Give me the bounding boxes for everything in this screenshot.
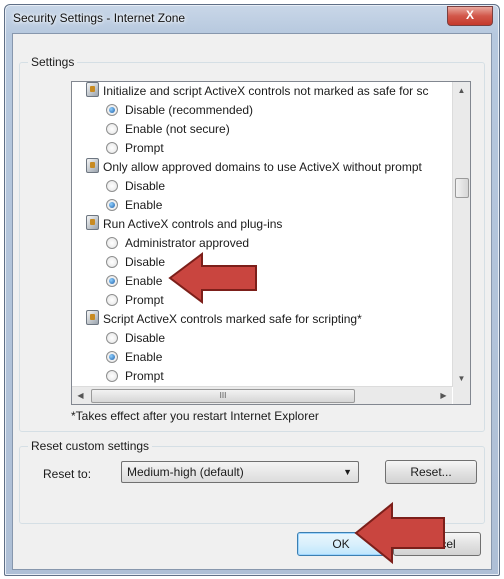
activex-setting-icon [86, 215, 99, 230]
radio-option-label: Disable [125, 179, 166, 193]
radio-option[interactable]: Disable (recommended) [106, 101, 253, 120]
radio-option-label: Enable [125, 198, 163, 212]
setting-header-label: Only allow approved domains to use Activ… [103, 160, 422, 174]
scroll-up-icon[interactable]: ▲ [453, 82, 470, 99]
setting-header: Only allow approved domains to use Activ… [86, 158, 422, 177]
setting-header: Run ActiveX controls and plug-ins [86, 215, 282, 234]
radio-option[interactable]: Disable [106, 253, 165, 272]
settings-group-label: Settings [28, 55, 78, 69]
chevron-down-icon: ▼ [343, 467, 352, 477]
radio-option-label: Administrator approved [125, 236, 250, 250]
radio-checked-icon[interactable] [106, 199, 118, 211]
radio-option[interactable]: Prompt [106, 139, 164, 158]
callout-arrow-shape-ok [354, 501, 445, 565]
radio-option[interactable]: Prompt [106, 367, 164, 386]
radio-option[interactable]: Disable [106, 329, 165, 348]
close-button[interactable]: X [447, 6, 493, 26]
scroll-right-icon[interactable]: ▶ [435, 387, 452, 404]
radio-unchecked-icon[interactable] [106, 142, 118, 154]
scroll-down-icon[interactable]: ▼ [453, 370, 470, 387]
restart-footnote: *Takes effect after you restart Internet… [71, 409, 319, 423]
radio-option[interactable]: Disable [106, 177, 165, 196]
settings-list-viewport: Initialize and script ActiveX controls n… [72, 82, 452, 387]
setting-header: Initialize and script ActiveX controls n… [86, 82, 428, 101]
radio-unchecked-icon[interactable] [106, 370, 118, 382]
reset-group-label: Reset custom settings [28, 439, 153, 453]
activex-setting-icon [86, 310, 99, 325]
vertical-scrollbar[interactable]: ▲ ▼ [452, 82, 470, 387]
radio-option-label: Prompt [125, 141, 164, 155]
radio-option-label: Disable [125, 331, 166, 345]
title-bar[interactable]: Security Settings - Internet Zone X [5, 5, 499, 33]
security-level-value: Medium-high (default) [127, 465, 244, 479]
radio-option[interactable]: Enable [106, 196, 162, 215]
setting-header-label: Initialize and script ActiveX controls n… [103, 84, 429, 98]
radio-option[interactable]: Enable [106, 348, 162, 367]
vertical-scroll-thumb[interactable] [455, 178, 469, 198]
activex-setting-icon [86, 82, 99, 97]
horizontal-scrollbar[interactable]: ◀ III ▶ [72, 386, 452, 404]
radio-option-label: Disable [125, 255, 166, 269]
radio-option-label: Enable [125, 274, 163, 288]
radio-option-label: Prompt [125, 293, 164, 307]
radio-option-label: Enable [125, 350, 163, 364]
radio-unchecked-icon[interactable] [106, 123, 118, 135]
radio-option[interactable]: Enable [106, 272, 162, 291]
setting-header-label: Script ActiveX controls marked safe for … [103, 312, 362, 326]
radio-checked-icon[interactable] [106, 275, 118, 287]
radio-unchecked-icon[interactable] [106, 332, 118, 344]
scrollbar-corner [453, 387, 470, 404]
radio-option-label: Enable (not secure) [125, 122, 230, 136]
reset-button[interactable]: Reset... [385, 460, 477, 484]
callout-arrow-icon-ok [354, 501, 445, 565]
radio-option[interactable]: Enable (not secure) [106, 120, 230, 139]
scroll-left-icon[interactable]: ◀ [72, 387, 89, 404]
dialog-title: Security Settings - Internet Zone [13, 11, 186, 25]
radio-option-label: Disable (recommended) [125, 103, 254, 117]
horizontal-scroll-thumb[interactable]: III [91, 389, 355, 403]
radio-unchecked-icon[interactable] [106, 180, 118, 192]
radio-unchecked-icon[interactable] [106, 256, 118, 268]
setting-header: Script ActiveX controls marked safe for … [86, 310, 362, 329]
radio-unchecked-icon[interactable] [106, 237, 118, 249]
setting-header-label: Run ActiveX controls and plug-ins [103, 217, 283, 231]
security-level-dropdown[interactable]: Medium-high (default) ▼ [121, 461, 359, 483]
reset-to-label: Reset to: [43, 467, 92, 481]
radio-option-label: Prompt [125, 369, 164, 383]
radio-unchecked-icon[interactable] [106, 294, 118, 306]
callout-arrow-icon [168, 252, 257, 304]
radio-checked-icon[interactable] [106, 351, 118, 363]
settings-list[interactable]: Initialize and script ActiveX controls n… [71, 81, 471, 405]
radio-checked-icon[interactable] [106, 104, 118, 116]
radio-option[interactable]: Prompt [106, 291, 164, 310]
callout-arrow-shape [168, 252, 257, 304]
activex-setting-icon [86, 158, 99, 173]
